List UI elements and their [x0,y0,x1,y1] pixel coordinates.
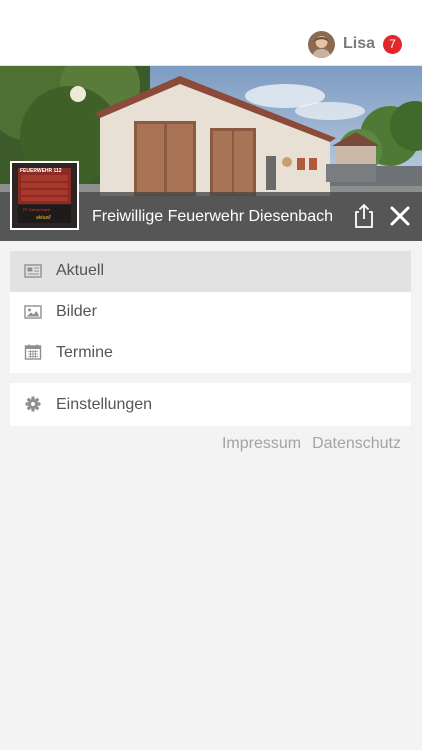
avatar[interactable] [307,30,335,58]
menu-label: Termine [56,343,113,361]
menu-label: Einstellungen [56,395,153,413]
impressum-link[interactable]: Impressum [222,435,301,453]
logo-caption: aktuell [36,215,51,221]
gear-icon [25,396,41,412]
logo-text: FEUERWEHR 112 [20,168,62,174]
club-logo: FEUERWEHR 112 FF Diesenbach aktuell [10,161,79,230]
share-button[interactable] [351,203,377,229]
top-bar: Lisa 7 [0,0,422,66]
datenschutz-link[interactable]: Datenschutz [312,435,401,453]
page-title: Freiwillige Feuerwehr Diesenbach [92,208,333,225]
footer-links: Impressum Datenschutz [222,435,401,453]
image-icon [24,304,42,319]
notification-badge[interactable]: 7 [383,34,402,54]
menu-label: Bilder [56,303,97,321]
menu-item-bilder[interactable]: Bilder [10,292,411,333]
menu-label: Aktuell [56,262,105,280]
settings-menu: Einstellungen [10,383,411,426]
calendar-icon [24,344,42,361]
newspaper-icon [24,264,42,278]
hero-banner: FEUERWEHR 112 FF Diesenbach aktuell Frei… [0,66,422,241]
menu-item-einstellungen[interactable]: Einstellungen [10,383,411,426]
menu-item-termine[interactable]: Termine [10,332,411,373]
close-icon [390,206,410,226]
user-name[interactable]: Lisa [343,35,375,53]
menu-item-aktuell[interactable]: Aktuell [10,251,411,292]
share-icon [355,203,373,228]
logo-subtext: FF Diesenbach [23,207,51,212]
main-menu: Aktuell Bilder Termine [10,251,411,374]
user-menu[interactable]: Lisa 7 [307,30,402,58]
close-button[interactable] [387,203,413,229]
